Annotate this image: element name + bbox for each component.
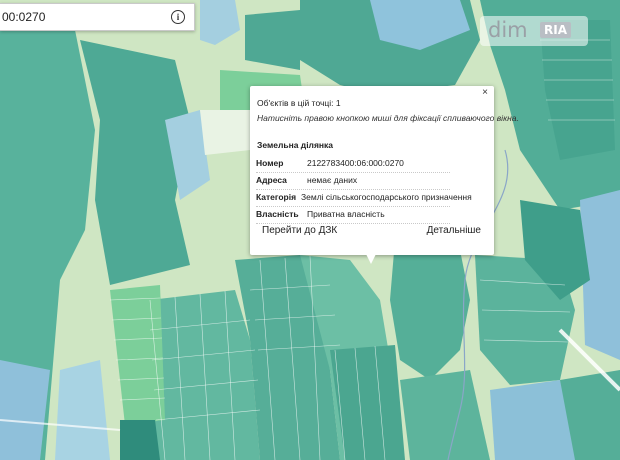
section-title: Земельна ділянка bbox=[257, 140, 334, 150]
detail-label: Номер bbox=[256, 158, 284, 168]
search-input[interactable] bbox=[0, 4, 167, 30]
popup-hint: Натисніть правою кнопкою миші для фіксац… bbox=[257, 113, 519, 123]
close-icon[interactable]: × bbox=[482, 87, 488, 98]
map-parcel[interactable] bbox=[245, 10, 300, 70]
detail-row-category: Категорія Землі сільськогосподарського п… bbox=[256, 190, 472, 207]
detail-row-ownership: Власність Приватна власність bbox=[256, 207, 450, 224]
detail-label: Власність bbox=[256, 209, 299, 219]
go-to-dzk-link[interactable]: Перейти до ДЗК bbox=[262, 225, 337, 236]
dim-ria-logo: dim RIA bbox=[480, 16, 588, 46]
detail-value: Землі сільськогосподарського призначення bbox=[301, 192, 472, 202]
info-icon[interactable]: i bbox=[171, 10, 185, 24]
detail-label: Категорія bbox=[256, 192, 297, 202]
detail-value: немає даних bbox=[307, 175, 358, 185]
details-link[interactable]: Детальніше bbox=[427, 225, 481, 236]
detail-row-number: Номер 2122783400:06:000:0270 bbox=[256, 156, 450, 173]
map-parcel[interactable] bbox=[120, 420, 160, 460]
detail-value: 2122783400:06:000:0270 bbox=[307, 158, 404, 168]
logo-brand: dim bbox=[488, 18, 528, 42]
objects-count: Об'єктів в цій точці: 1 bbox=[257, 98, 341, 108]
map-parcel[interactable] bbox=[200, 110, 250, 155]
detail-value: Приватна власність bbox=[307, 209, 385, 219]
parcel-popup: × Об'єктів в цій точці: 1 Натисніть прав… bbox=[250, 86, 519, 255]
detail-row-address: Адреса немає даних bbox=[256, 173, 450, 190]
detail-label: Адреса bbox=[256, 175, 287, 185]
parcel-details: Номер 2122783400:06:000:0270 Адреса нема… bbox=[256, 156, 472, 224]
search-box: i bbox=[0, 3, 195, 31]
popup-pointer bbox=[365, 252, 377, 264]
logo-badge: RIA bbox=[540, 22, 571, 38]
